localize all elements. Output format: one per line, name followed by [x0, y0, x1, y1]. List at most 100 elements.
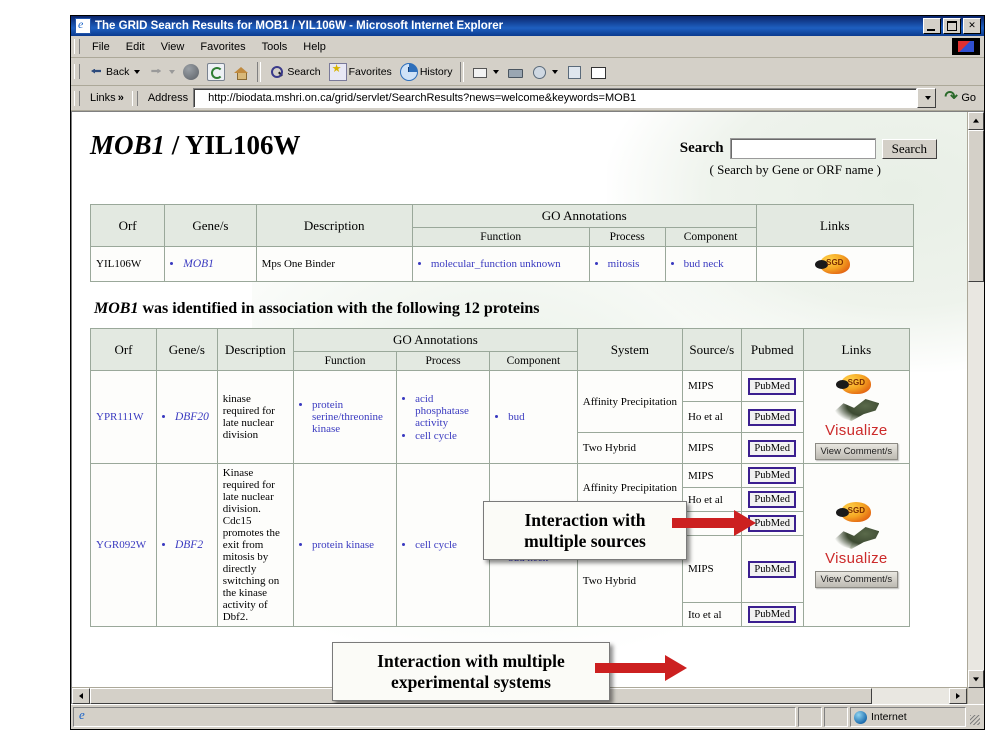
search-input[interactable] — [729, 138, 876, 159]
row-process-item-2[interactable]: cell cycle — [415, 430, 484, 442]
pubmed-button[interactable]: PubMed — [748, 467, 796, 484]
pubmed-button[interactable]: PubMed — [748, 606, 796, 623]
favorites-toolbar-button[interactable]: Favorites — [325, 61, 396, 83]
pubmed-button[interactable]: PubMed — [748, 408, 796, 426]
vertical-scrollbar[interactable] — [967, 112, 984, 704]
view-comments-button[interactable]: View Comment/s — [814, 571, 899, 588]
pubmed-button[interactable]: PubMed — [748, 560, 796, 578]
row-links: SGD Visualize View Comment/s — [802, 463, 911, 627]
annotation-arrow-sources — [672, 510, 762, 536]
gene-link[interactable]: MOB1 — [183, 258, 250, 270]
visualize-link[interactable]: Visualize — [809, 526, 904, 567]
search-label: Search — [679, 140, 724, 156]
menu-favorites[interactable]: Favorites — [192, 39, 253, 55]
printer-icon — [507, 64, 524, 80]
status-pane-3 — [824, 707, 848, 727]
scroll-down-button[interactable] — [968, 670, 984, 688]
stop-button[interactable] — [179, 62, 203, 82]
row-function: protein serine/threonine kinase — [293, 370, 398, 464]
back-dropdown-icon[interactable] — [134, 69, 141, 74]
row-orf[interactable]: YGR092W — [90, 463, 157, 627]
component-link[interactable]: bud neck — [684, 258, 751, 270]
menu-grip-handle[interactable] — [74, 39, 80, 54]
row-process-item-1[interactable]: acid phosphatase activity — [415, 393, 484, 429]
experiment-source: Ho et al — [681, 487, 742, 512]
status-message-pane — [73, 707, 796, 727]
vertical-scroll-thumb[interactable] — [968, 130, 984, 282]
toolbar-grip-handle[interactable] — [74, 64, 80, 79]
row-gene-link[interactable]: DBF20 — [175, 411, 212, 423]
maximize-button[interactable] — [943, 18, 961, 34]
sgd-icon[interactable]: SGD — [836, 374, 872, 394]
menu-tools[interactable]: Tools — [254, 39, 296, 55]
scroll-up-button[interactable] — [968, 112, 984, 130]
row-process-item-1[interactable]: cell cycle — [415, 539, 484, 551]
search-submit-button[interactable]: Search — [881, 138, 937, 159]
links-grip-handle[interactable] — [74, 90, 80, 106]
row-component-list: bud — [495, 411, 572, 423]
sgd-icon[interactable]: SGD — [814, 254, 850, 274]
row-component-item-1[interactable]: bud — [508, 411, 572, 423]
header-go-annotations-2: GO Annotations — [293, 328, 578, 352]
mail-button[interactable] — [468, 62, 503, 82]
menu-file[interactable]: File — [84, 39, 118, 55]
status-bar: Internet — [71, 704, 984, 729]
experiment-source: MIPS — [681, 463, 742, 488]
history-toolbar-label: History — [419, 65, 453, 78]
go-arrow-icon — [944, 87, 959, 107]
pubmed-button[interactable]: PubMed — [748, 439, 796, 457]
interactions-heading-rest: was identified in association with the f… — [138, 300, 540, 317]
visualize-label: Visualize — [825, 550, 888, 567]
history-toolbar-button[interactable]: History — [396, 61, 457, 83]
row-function-item[interactable]: protein serine/threonine kinase — [312, 399, 391, 435]
row-function-item[interactable]: protein kinase — [312, 539, 391, 551]
address-dropdown-button[interactable] — [917, 88, 937, 108]
header-pubmed: Pubmed — [740, 328, 804, 371]
experiment-source: Ito et al — [681, 602, 742, 627]
row-orf[interactable]: YPR111W — [90, 370, 157, 464]
gene-list: MOB1 — [170, 258, 250, 270]
internet-explorer-icon — [75, 17, 91, 34]
pubmed-button[interactable]: PubMed — [748, 377, 796, 395]
forward-dropdown-icon[interactable] — [169, 69, 176, 74]
edit-button[interactable] — [527, 62, 562, 82]
scroll-left-button[interactable] — [72, 688, 90, 704]
links-label[interactable]: Links — [84, 92, 118, 104]
close-button[interactable]: ✕ — [963, 18, 981, 34]
forward-button[interactable] — [144, 62, 179, 82]
menu-help[interactable]: Help — [295, 39, 334, 55]
messenger-button[interactable] — [586, 62, 610, 82]
address-input[interactable]: http://biodata.mshri.on.ca/grid/servlet/… — [193, 88, 918, 108]
edit-dropdown-icon[interactable] — [552, 69, 559, 74]
page-title-orf: YIL106W — [185, 130, 301, 160]
discuss-button[interactable] — [562, 62, 586, 82]
menu-view[interactable]: View — [153, 39, 193, 55]
home-button[interactable] — [229, 62, 253, 82]
experiment-source: MIPS — [681, 535, 742, 603]
summary-header-row-1: Orf Gene/s Description GO Annotations Li… — [89, 204, 915, 247]
menu-edit[interactable]: Edit — [118, 39, 153, 55]
security-zone-pane[interactable]: Internet — [850, 707, 966, 727]
mail-dropdown-icon[interactable] — [493, 69, 500, 74]
scroll-right-button[interactable] — [949, 688, 967, 704]
minimize-button[interactable] — [923, 18, 941, 34]
go-label: Go — [961, 92, 976, 104]
row-gene-link[interactable]: DBF2 — [175, 539, 212, 551]
process-link[interactable]: mitosis — [608, 258, 660, 270]
horizontal-scroll-track[interactable] — [872, 688, 949, 704]
visualize-link[interactable]: Visualize — [809, 398, 904, 439]
links-chevron-icon[interactable]: » — [118, 92, 129, 104]
address-grip-handle[interactable] — [131, 90, 138, 106]
search-toolbar-button[interactable]: Search — [265, 62, 324, 82]
tool-bar: Back Search Favorites — [71, 58, 984, 86]
function-link[interactable]: molecular_function unknown — [431, 258, 584, 270]
vertical-scroll-track[interactable] — [968, 282, 984, 670]
sgd-icon[interactable]: SGD — [836, 502, 872, 522]
pubmed-button[interactable]: PubMed — [748, 491, 796, 508]
print-button[interactable] — [503, 62, 527, 82]
view-comments-button[interactable]: View Comment/s — [814, 443, 899, 460]
refresh-button[interactable] — [203, 61, 229, 83]
resize-grip[interactable] — [968, 707, 982, 727]
back-button[interactable]: Back — [84, 62, 144, 82]
go-button[interactable]: Go — [936, 87, 982, 107]
